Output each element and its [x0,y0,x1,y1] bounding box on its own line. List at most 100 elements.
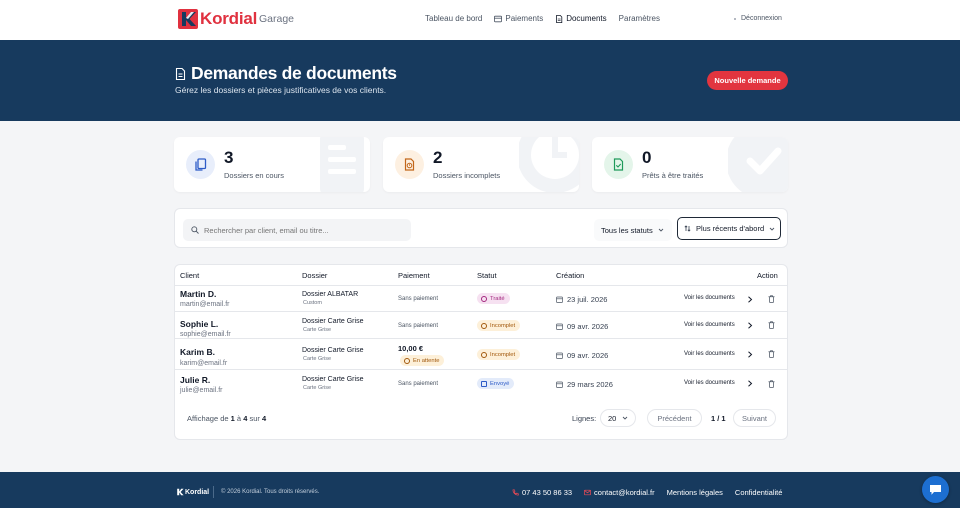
creation-date: 09 avr. 2026 [556,322,608,331]
clock-icon [404,357,410,364]
trash-icon[interactable] [768,380,775,388]
payment-amount: 10,00 € [398,344,424,353]
nav-item-dashboard[interactable]: Tableau de bord [425,14,482,23]
clock-watermark-icon [519,137,579,192]
chat-button[interactable] [922,476,949,503]
column-header-statut: Statut [477,271,497,280]
calendar-icon [556,381,563,388]
nav-item-payments[interactable]: Paiements [494,14,543,23]
creation-date: 23 juil. 2026 [556,295,607,304]
sort-select[interactable]: Plus récents d'abord [677,217,781,240]
dossier-type: Carte Grise [303,327,332,333]
pagination-total: 4 [261,414,267,423]
status-label: Incomplet [490,322,516,329]
calendar-icon [556,296,563,303]
table-row[interactable]: Julie R. julie@email.fr Dossier Carte Gr… [175,370,787,398]
dossier-type: Custom [303,300,322,306]
chevron-right-icon[interactable] [747,351,753,358]
stat-label: Dossiers en cours [224,171,285,180]
column-header-dossier: Dossier [302,271,328,280]
view-documents-link[interactable]: Voir les documents [684,351,735,357]
filter-bar: Tous les statuts Plus récents d'abord [174,208,788,248]
dossier-title: Dossier Carte Grise [302,376,364,383]
stat-icon-wrap [604,150,633,179]
footer-phone: 07 43 50 86 33 [522,488,573,497]
footer-email-link[interactable]: contact@kordial.fr [584,488,655,497]
footer-privacy-link[interactable]: Confidentialité [735,488,783,497]
documents-table: Client Dossier Paiement Statut Création … [174,264,788,440]
previous-page-button[interactable]: Précédent [647,409,702,427]
table-row[interactable]: Martin D. martin@email.fr Dossier ALBATA… [175,286,787,312]
client-name: Karim B. [180,347,215,357]
logout-dot-icon [734,17,736,20]
chevron-right-icon[interactable] [747,380,753,387]
top-navbar: Kordial Garage Tableau de bord Paiements… [0,0,960,40]
stat-label: Dossiers incomplets [433,171,501,180]
client-name: Sophie L. [180,319,219,329]
creation-date-text: 09 avr. 2026 [567,351,609,360]
new-request-button[interactable]: Nouvelle demande [707,71,788,90]
page-title-text: Demandes de documents [191,63,397,83]
status-badge: Incomplet [477,320,521,331]
trash-icon[interactable] [768,295,775,303]
stat-value: 3 [224,148,234,167]
payment-status: Sans paiement [398,296,439,302]
pagination-prefix: Affichage de [187,414,229,423]
kordial-logo[interactable]: Kordial [178,9,257,29]
logout-label: Déconnexion [741,15,782,22]
creation-date-text: 23 juil. 2026 [567,295,608,304]
creation-date-text: 09 avr. 2026 [567,322,609,331]
status-badge: Incomplet [477,349,521,360]
client-email: julie@email.fr [180,387,223,394]
footer-legal-link[interactable]: Mentions légales [667,488,723,497]
brand-name: Kordial [200,9,258,28]
stat-icon-wrap [186,150,215,179]
table-header: Client Dossier Paiement Statut Création … [175,265,787,286]
status-circle-icon [481,295,487,302]
page-header: Demandes de documents Gérez les dossiers… [0,40,960,121]
kordial-k-icon [177,488,184,496]
check-watermark-icon [728,137,788,192]
payment-status: Sans paiement [398,381,439,387]
view-documents-link[interactable]: Voir les documents [684,295,735,301]
nav-item-settings[interactable]: Paramètres [619,14,660,23]
view-documents-link[interactable]: Voir les documents [684,322,735,328]
page-indicator: 1 / 1 [711,414,726,423]
footer-phone-link[interactable]: 07 43 50 86 33 [512,488,572,497]
stat-card-ready: 0 Prêts à être traités [592,137,788,192]
search-box[interactable] [183,219,411,241]
mail-icon [584,489,591,496]
status-badge: Envoyé [477,378,515,389]
trash-icon[interactable] [768,350,775,358]
logout-button[interactable]: Déconnexion [734,15,782,22]
search-input[interactable] [204,225,404,235]
status-filter-select[interactable]: Tous les statuts [594,219,672,241]
client-email: karim@email.fr [180,360,228,367]
client-name: Julie R. [180,375,211,385]
footer-logo[interactable]: Kordial [176,488,209,496]
table-row[interactable]: Karim B. karim@email.fr Dossier Carte Gr… [175,339,787,370]
payment-status: Sans paiement [398,323,439,329]
sort-value: Plus récents d'abord [696,224,765,233]
creation-date: 29 mars 2026 [556,380,613,389]
view-documents-link[interactable]: Voir les documents [684,380,735,386]
footer-email: contact@kordial.fr [594,488,655,497]
chevron-down-icon [658,228,664,232]
chevron-right-icon[interactable] [747,322,753,329]
document-watermark-icon [320,137,364,192]
nav-item-label: Paramètres [618,14,661,23]
table-row[interactable]: Sophie L. sophie@email.fr Dossier Carte … [175,312,787,339]
rows-per-page-value: 20 [608,413,617,423]
chevron-right-icon[interactable] [747,296,753,303]
nav-item-documents[interactable]: Documents [555,14,607,23]
document-icon [556,14,563,23]
trash-icon[interactable] [768,321,775,329]
creation-date: 09 avr. 2026 [556,351,608,360]
stat-value: 2 [433,148,443,167]
stat-card-incomplete: 2 Dossiers incomplets [383,137,579,192]
next-page-button[interactable]: Suivant [733,409,776,427]
pagination-sep-sur: sur [249,414,260,423]
rows-per-page-select[interactable]: 20 [600,409,636,427]
status-label: Traité [490,295,505,302]
footer: Kordial © 2026 Kordial. Tous droits rése… [0,472,960,508]
